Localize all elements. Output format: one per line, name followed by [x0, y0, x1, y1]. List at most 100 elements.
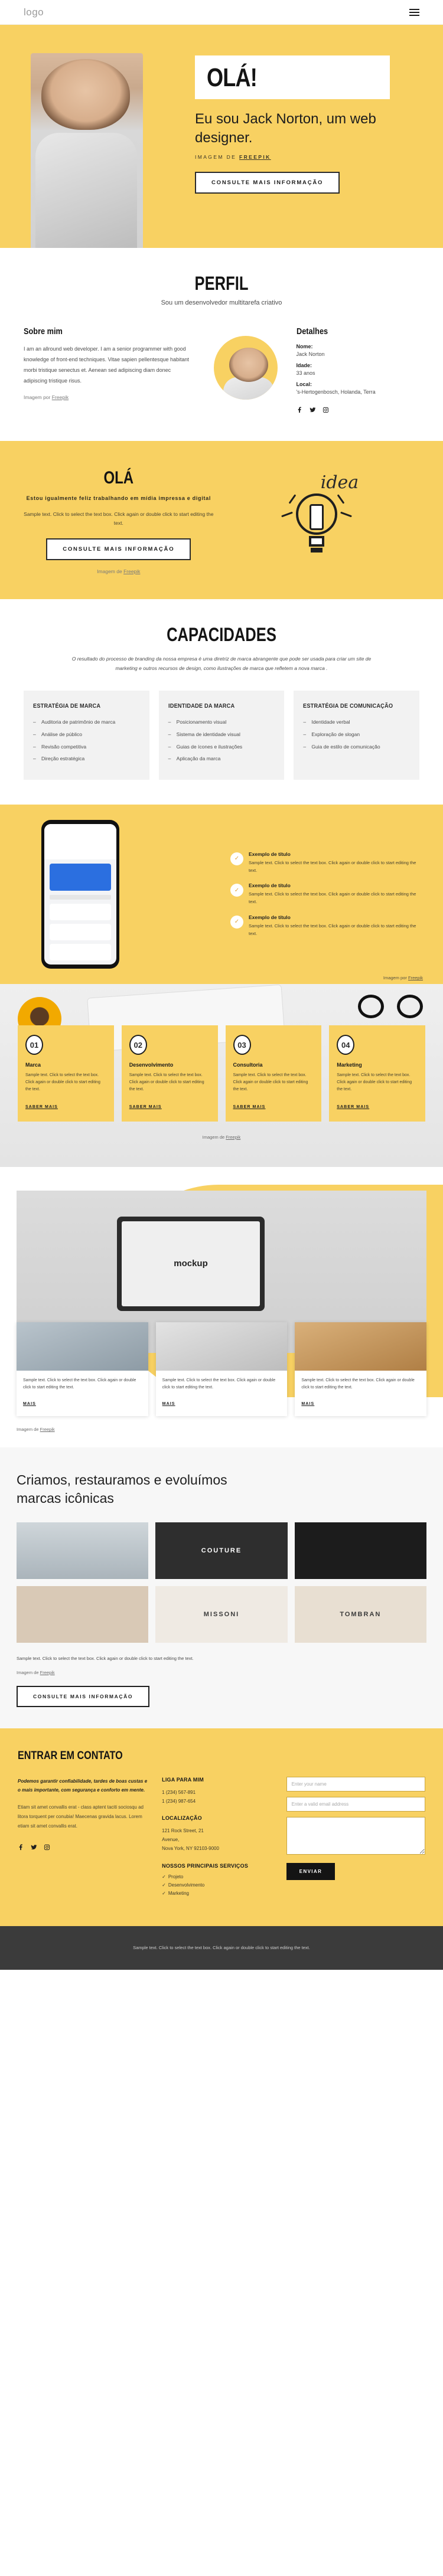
service-item: Marketing	[162, 1891, 275, 1896]
mockup-card-image	[17, 1322, 148, 1371]
name-field[interactable]	[286, 1776, 425, 1792]
facebook-icon[interactable]	[18, 1843, 24, 1853]
service-item: Desenvolvimento	[162, 1882, 275, 1888]
card-number: 04	[337, 1035, 355, 1055]
address-line: 121 Rock Street, 21	[162, 1828, 204, 1833]
list-item: Revisão competitiva	[33, 743, 140, 752]
detail-item: Nome: Jack Norton	[297, 344, 419, 357]
list-item: Guias de ícones e ilustrações	[168, 743, 275, 752]
paperclips-decoration	[7, 825, 35, 853]
submit-button[interactable]: ENVIAR	[286, 1862, 335, 1880]
hero-title-box: OLÁ!	[195, 55, 390, 99]
detail-key: Local:	[296, 381, 312, 387]
about-credit-link[interactable]: Freepik	[52, 394, 69, 400]
avatar	[213, 336, 278, 400]
lightbulb-icon	[281, 493, 352, 564]
mockup-card-link[interactable]: MAIS	[162, 1402, 175, 1406]
site-footer: Sample text. Click to select the text bo…	[0, 1926, 443, 1970]
mockup-credit: Imagem de Freepik	[17, 1427, 443, 1432]
capabilities-title: CAPACIDADES	[167, 624, 276, 646]
phone-number[interactable]: 1 (234) 987-654	[162, 1797, 275, 1806]
capability-card-title: ESTRATÉGIA DE COMUNICAÇÃO	[303, 702, 393, 710]
laptop-screen-label: mockup	[122, 1221, 260, 1306]
feature-step-title: Exemplo de título	[249, 914, 291, 920]
capability-list: Identidade verbal Exploração de slogan G…	[303, 718, 410, 751]
profile-avatar-column	[210, 326, 281, 416]
phone-band-credit: Imagem por Freepik	[383, 975, 423, 980]
phone-mockup-wrap	[0, 820, 230, 969]
mockup-card-body: Sample text. Click to select the text bo…	[162, 1378, 276, 1390]
mockup-credit-link[interactable]: Freepik	[40, 1427, 55, 1432]
card-title: Consultoria	[233, 1062, 263, 1068]
instagram-icon[interactable]	[44, 1843, 50, 1853]
ola-body: Sample text. Click to select the text bo…	[24, 511, 214, 527]
feature-step: ✓ Exemplo de título Sample text. Click t…	[230, 882, 425, 906]
site-header: logo	[0, 0, 443, 25]
mockup-card-link[interactable]: MAIS	[301, 1402, 314, 1406]
phone-number[interactable]: 1 (234) 567-891	[162, 1788, 275, 1797]
twitter-icon[interactable]	[31, 1843, 37, 1853]
brands-cta-button[interactable]: CONSULTE MAIS INFORMAÇÃO	[17, 1685, 150, 1707]
glasses-image	[358, 995, 423, 1021]
address-line: Nova York, NY 92103-9000	[162, 1846, 219, 1852]
brand-tile	[17, 1522, 149, 1580]
address-line: Avenue,	[162, 1837, 180, 1843]
ola-credit-link[interactable]: Freepik	[123, 568, 140, 574]
profile-subtitle: Sou um desenvolvedor multitarefa criativ…	[161, 299, 282, 306]
footer-text: Sample text. Click to select the text bo…	[133, 1944, 310, 1950]
capability-card-title: IDENTIDADE DA MARCA	[168, 702, 235, 710]
email-field[interactable]	[286, 1796, 425, 1812]
brand-tile: COUTURE	[155, 1522, 288, 1580]
card-body: Sample text. Click to select the text bo…	[337, 1073, 412, 1091]
check-badge-icon: ✓	[230, 852, 243, 865]
contact-social-links	[18, 1843, 150, 1853]
detail-value: 33 anos	[296, 370, 315, 376]
about-credit: Imagem por Freepik	[24, 394, 195, 400]
hero-credit-link[interactable]: FREEPIK	[239, 154, 271, 160]
capabilities-intro: O resultado do processo de branding da n…	[71, 656, 372, 672]
facebook-icon[interactable]	[297, 406, 303, 416]
phone-feature-section: ✓ Exemplo de título Sample text. Click t…	[0, 805, 443, 985]
mockup-card-image	[155, 1322, 288, 1371]
logo[interactable]: logo	[24, 6, 44, 18]
hero-subtitle: Eu sou Jack Norton, um web designer.	[195, 111, 376, 146]
hero-cta-button[interactable]: CONSULTE MAIS INFORMAÇÃO	[195, 172, 340, 194]
brands-credit: Imagem de Freepik	[17, 1670, 426, 1675]
brands-credit-prefix: Imagem de	[17, 1669, 39, 1675]
card-link[interactable]: SABER MAIS	[25, 1105, 58, 1109]
mockup-card: Sample text. Click to select the text bo…	[17, 1322, 148, 1417]
card-body: Sample text. Click to select the text bo…	[233, 1073, 308, 1091]
feature-step: ✓ Exemplo de título Sample text. Click t…	[230, 851, 425, 875]
message-field[interactable]	[286, 1816, 425, 1855]
twitter-icon[interactable]	[309, 406, 316, 416]
list-item: Posicionamento visual	[168, 718, 275, 727]
detail-value: Jack Norton	[296, 351, 325, 357]
feature-step-title: Exemplo de título	[249, 882, 291, 889]
brand-grid: COUTURE MISSONI TOMBRAN	[17, 1522, 426, 1643]
brands-credit-link[interactable]: Freepik	[40, 1670, 55, 1675]
capability-card: ESTRATÉGIA DE MARCA Auditoria de patrimô…	[24, 691, 149, 780]
instagram-icon[interactable]	[323, 406, 329, 416]
feature-steps: ✓ Exemplo de título Sample text. Click t…	[230, 820, 443, 969]
capability-list: Auditoria de patrimônio de marca Análise…	[33, 718, 140, 764]
location-title: LOCALIZAÇÃO	[162, 1815, 202, 1821]
card-link[interactable]: SABER MAIS	[233, 1105, 266, 1109]
ola-cta-button[interactable]: CONSULTE MAIS INFORMAÇÃO	[46, 538, 191, 561]
profile-social-links	[297, 406, 419, 416]
details-heading: Detalhes	[296, 326, 328, 336]
ola-credit: Imagem de Freepik	[24, 568, 214, 574]
card-link[interactable]: SABER MAIS	[337, 1105, 369, 1109]
brand-tile: TOMBRAN	[294, 1586, 426, 1643]
card-link[interactable]: SABER MAIS	[129, 1105, 162, 1109]
list-item: Aplicação da marca	[168, 754, 275, 764]
phone-credit-link[interactable]: Freepik	[408, 975, 423, 980]
list-item: Auditoria de patrimônio de marca	[33, 718, 140, 727]
detail-item: Local: 's-Hertogenbosch, Holanda, Terra	[297, 381, 419, 395]
mockup-card-link[interactable]: MAIS	[23, 1402, 36, 1406]
ola-credit-prefix: Imagem de	[97, 568, 122, 575]
contact-title: ENTRAR EM CONTATO	[18, 1749, 123, 1762]
phone-credit-prefix: Imagem por	[383, 975, 407, 981]
detail-key: Nome:	[296, 344, 313, 349]
hamburger-icon[interactable]	[409, 8, 419, 16]
check-badge-icon: ✓	[230, 884, 243, 897]
